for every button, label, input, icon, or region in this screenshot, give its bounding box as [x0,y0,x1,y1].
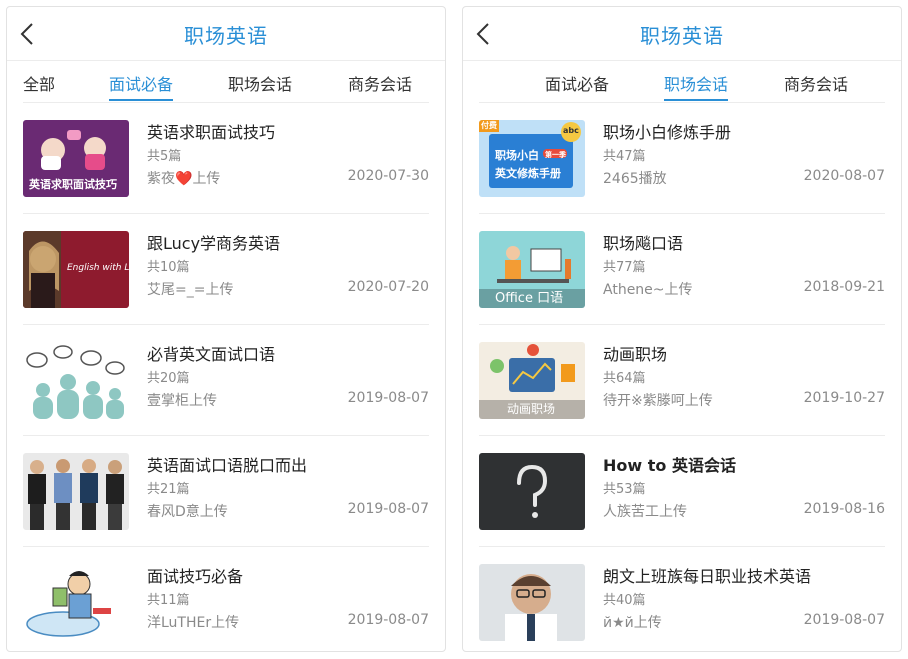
course-title: 职场小白修炼手册 [603,123,732,142]
lesson-count: 共21篇 [147,482,190,497]
tab-interview[interactable]: 面试必备 [109,71,174,101]
uploader: 人族苦工上传 [603,504,687,520]
course-title: 跟Lucy学商务英语 [147,234,281,253]
course-thumbnail: English with Lucy [23,231,129,308]
tab-workplace-talk[interactable]: 职场会话 [664,71,729,101]
upload-date: 2019-08-07 [347,501,429,517]
course-title: 必背英文面试口语 [147,345,276,364]
course-thumbnail [479,564,585,641]
course-list: 付费 abc 职场小白 第一季 英文修炼手册 职场小白修炼手册 共47篇 246… [479,103,885,651]
lesson-count: 共53篇 [603,482,646,497]
lesson-count: 共5篇 [147,149,182,164]
course-thumbnail: 英语求职面试技巧 [23,120,129,197]
list-item[interactable]: 英语面试口语脱口而出 共21篇 春风D意上传 2019-08-07 [23,436,429,547]
list-item[interactable]: Office 口语 职场飚口语 共77篇 Athene~上传 2018-09-2… [479,214,885,325]
right-panel: 职场英语 面试必备 职场会话 商务会话 付费 abc 职场小白 第一季 英文修炼… [462,6,902,652]
list-item[interactable]: 动画职场 动画职场 共64篇 待开※紫滕呵上传 2019-10-27 [479,325,885,436]
lesson-count: 共77篇 [603,260,646,275]
category-tabs: 全部 面试必备 职场会话 商务会话 [23,61,429,103]
list-item[interactable]: English with Lucy 跟Lucy学商务英语 共10篇 艾尾=_=上… [23,214,429,325]
course-title: 朗文上班族每日职业技术英语 [603,567,812,586]
course-thumbnail: Office 口语 [479,231,585,308]
nav-header: 职场英语 [7,7,445,61]
course-thumbnail [23,342,129,419]
upload-date: 2019-08-07 [347,390,429,406]
page-title: 职场英语 [184,24,268,48]
uploader: 艾尾=_=上传 [147,282,234,298]
upload-date: 2018-09-21 [803,279,885,295]
upload-date: 2020-08-07 [803,168,885,184]
thumbnail-subcaption: 英文修炼手册 [495,167,561,180]
list-item[interactable]: How to 英语会话 共53篇 人族苦工上传 2019-08-16 [479,436,885,547]
page-title: 职场英语 [640,24,724,48]
uploader: Athene~上传 [603,282,693,298]
upload-date: 2019-08-07 [803,612,885,628]
list-item[interactable]: 朗文上班族每日职业技术英语 共40篇 й★й上传 2019-08-07 [479,547,885,651]
uploader: 紫夜❤️上传 [147,168,220,188]
tab-interview[interactable]: 面试必备 [545,71,609,99]
thumbnail-caption: English with Lucy [67,263,129,273]
course-thumbnail [479,453,585,530]
course-title: 面试技巧必备 [147,567,244,586]
course-thumbnail: 付费 abc 职场小白 第一季 英文修炼手册 [479,120,585,197]
lesson-count: 共47篇 [603,149,646,164]
uploader: 洋LuTHEr上传 [147,615,240,631]
tab-all[interactable]: 全部 [23,71,55,99]
course-thumbnail [23,564,129,641]
uploader: й★й上传 [603,615,662,631]
lesson-count: 共11篇 [147,593,190,608]
lesson-count: 共10篇 [147,260,190,275]
course-title: 英语求职面试技巧 [147,123,276,142]
course-title: How to 英语会话 [603,456,736,475]
thumbnail-caption: 动画职场 [507,402,556,416]
course-list: 英语求职面试技巧 英语求职面试技巧 共5篇 紫夜❤️上传 2020-07-30 … [23,103,429,651]
tab-business-talk[interactable]: 商务会话 [784,71,848,99]
lesson-count: 共64篇 [603,371,646,386]
uploader: 待开※紫滕呵上传 [603,393,713,409]
paid-badge: 付费 [481,121,497,130]
list-item[interactable]: 必背英文面试口语 共20篇 壹掌柜上传 2019-08-07 [23,325,429,436]
left-panel: 职场英语 全部 面试必备 职场会话 商务会话 英语求职面试技巧 英语求职面试技巧… [6,6,446,652]
upload-date: 2020-07-20 [347,279,429,295]
nav-header: 职场英语 [463,7,901,61]
thumbnail-caption: 职场小白 [495,149,539,162]
upload-date: 2020-07-30 [347,168,429,184]
uploader: 壹掌柜上传 [147,393,217,409]
uploader-suffix: 上传 [192,171,221,187]
lesson-count: 共20篇 [147,371,190,386]
season-label: 第一季 [545,151,566,159]
thumbnail-caption: 英语求职面试技巧 [29,178,117,191]
course-title: 职场飚口语 [603,234,684,253]
tab-workplace-talk[interactable]: 职场会话 [228,71,292,99]
play-count: 2465播放 [603,171,667,187]
uploader: 春风D意上传 [147,504,228,520]
list-item[interactable]: 面试技巧必备 共11篇 洋LuTHEr上传 2019-08-07 [23,547,429,651]
uploader-name: 紫夜 [147,171,175,187]
thumbnail-caption: Office 口语 [495,291,564,306]
upload-date: 2019-08-16 [803,501,885,517]
course-title: 英语面试口语脱口而出 [147,456,308,475]
course-thumbnail [23,453,129,530]
course-thumbnail: 动画职场 [479,342,585,419]
tab-business-talk[interactable]: 商务会话 [348,71,412,99]
upload-date: 2019-08-07 [347,612,429,628]
category-tabs: 面试必备 职场会话 商务会话 [479,61,885,103]
lesson-count: 共40篇 [603,593,646,608]
list-item[interactable]: 英语求职面试技巧 英语求职面试技巧 共5篇 紫夜❤️上传 2020-07-30 [23,103,429,214]
heart-icon: ❤️ [175,171,193,187]
course-title: 动画职场 [603,345,668,364]
upload-date: 2019-10-27 [803,390,885,406]
abc-label: abc [563,126,579,135]
list-item[interactable]: 付费 abc 职场小白 第一季 英文修炼手册 职场小白修炼手册 共47篇 246… [479,103,885,214]
